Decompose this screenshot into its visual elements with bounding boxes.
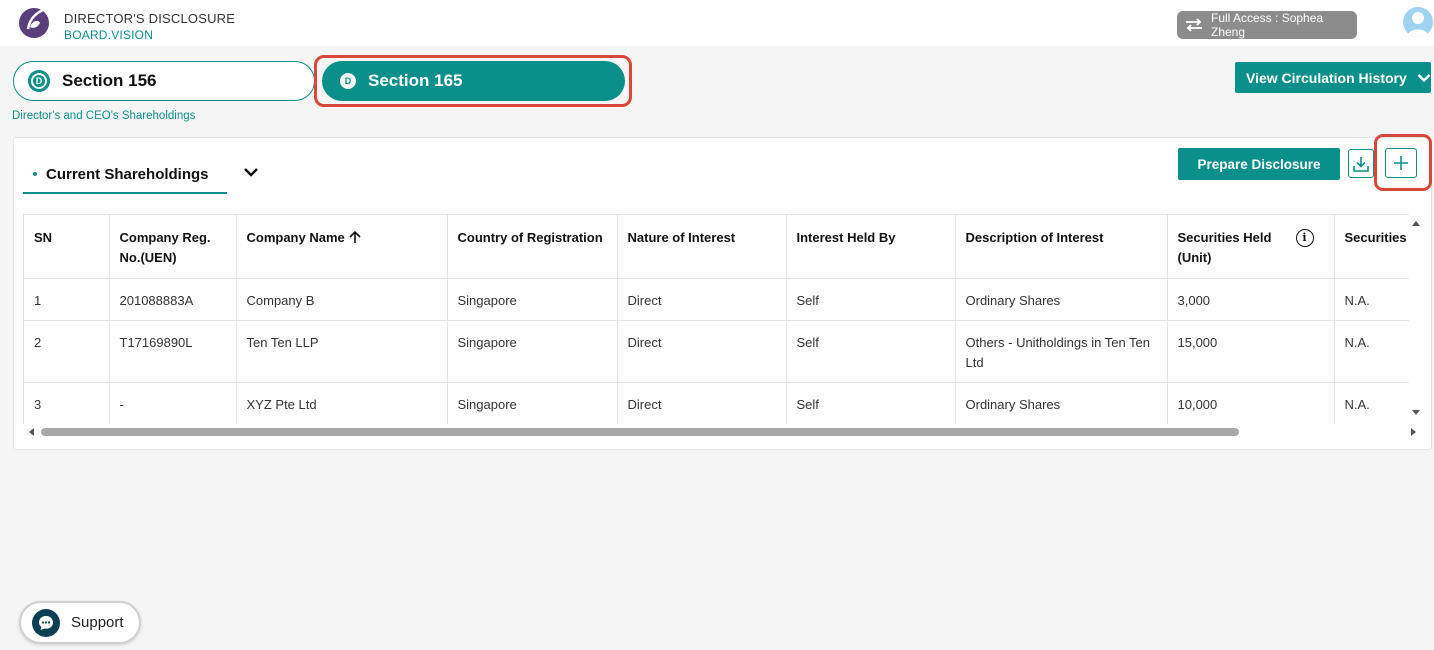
sort-arrow-up-icon[interactable] bbox=[348, 230, 362, 244]
button-label: View Circulation History bbox=[1246, 69, 1407, 86]
chat-bubble-icon bbox=[32, 608, 60, 637]
cell-nature: Direct bbox=[617, 320, 787, 383]
view-circulation-history-button[interactable]: View Circulation History bbox=[1235, 62, 1431, 93]
column-header-nature[interactable]: Nature of Interest bbox=[617, 215, 787, 279]
cell-country: Singapore bbox=[447, 278, 618, 321]
cell-held-by: Self bbox=[786, 382, 956, 424]
chevron-down-icon[interactable] bbox=[243, 164, 259, 180]
cell-reg-no: - bbox=[109, 382, 237, 424]
header-label: Securities Held (Unit) bbox=[1177, 230, 1272, 265]
scroll-up-arrow-icon[interactable] bbox=[1412, 221, 1420, 226]
download-button[interactable] bbox=[1348, 149, 1374, 178]
table-row[interactable]: 2 T17169890L Ten Ten LLP Singapore Direc… bbox=[24, 320, 1409, 383]
support-button[interactable]: Support bbox=[19, 601, 141, 644]
cell-description: Ordinary Shares bbox=[955, 278, 1168, 321]
scroll-left-arrow-icon[interactable] bbox=[25, 425, 39, 439]
cell-description: Others - Unitholdings in Ten Ten Ltd bbox=[955, 320, 1168, 383]
shareholdings-card: Current Shareholdings Prepare Disclosure… bbox=[13, 134, 1432, 450]
app-header: DIRECTOR'S DISCLOSURE BOARD.VISION Full … bbox=[0, 0, 1434, 46]
cell-securities: N.A. bbox=[1334, 382, 1409, 424]
access-switch-button[interactable]: Full Access : Sophea Zheng bbox=[1177, 11, 1357, 39]
cell-sn: 2 bbox=[24, 320, 110, 383]
tab-section-165[interactable]: D Section 165 bbox=[322, 61, 625, 101]
cell-held-by: Self bbox=[786, 278, 956, 321]
column-header-securities-held[interactable]: Securities Held (Unit) i bbox=[1167, 215, 1335, 279]
user-icon bbox=[1407, 12, 1429, 37]
cell-company-name: Company B bbox=[236, 278, 448, 321]
cell-country: Singapore bbox=[447, 382, 618, 424]
switch-arrows-icon bbox=[1186, 18, 1202, 32]
tab-section-156[interactable]: D Section 156 bbox=[13, 61, 315, 101]
cell-securities-held: 3,000 bbox=[1167, 278, 1335, 321]
bullet-dot-icon bbox=[33, 172, 37, 176]
scrollbar-thumb[interactable] bbox=[41, 428, 1239, 436]
cell-sn: 3 bbox=[24, 382, 110, 424]
tab-label: Section 165 bbox=[368, 71, 463, 90]
table-row[interactable]: 3 - XYZ Pte Ltd Singapore Direct Self Or… bbox=[24, 382, 1409, 424]
column-header-company-name[interactable]: Company Name bbox=[236, 215, 448, 279]
cell-securities: N.A. bbox=[1334, 278, 1409, 321]
cell-sn: 1 bbox=[24, 278, 110, 321]
section-badge-icon: D bbox=[340, 73, 356, 89]
table-header-row: SN Company Reg. No.(UEN) Company Name Co… bbox=[24, 215, 1409, 279]
prepare-disclosure-button[interactable]: Prepare Disclosure bbox=[1178, 148, 1340, 180]
column-header-country[interactable]: Country of Registration bbox=[447, 215, 618, 279]
cell-company-name: XYZ Pte Ltd bbox=[236, 382, 448, 424]
shareholdings-table: SN Company Reg. No.(UEN) Company Name Co… bbox=[23, 214, 1409, 424]
column-header-description[interactable]: Description of Interest bbox=[955, 215, 1168, 279]
horizontal-scrollbar[interactable] bbox=[23, 424, 1416, 439]
plus-icon bbox=[1394, 156, 1408, 170]
cell-reg-no: 201088883A bbox=[109, 278, 237, 321]
tab-current-shareholdings[interactable]: Current Shareholdings bbox=[23, 160, 227, 194]
access-label: Full Access : Sophea Zheng bbox=[1211, 11, 1324, 39]
cell-securities-held: 15,000 bbox=[1167, 320, 1335, 383]
tab-label: Section 156 bbox=[62, 71, 157, 90]
cell-nature: Direct bbox=[617, 278, 787, 321]
column-header-held-by[interactable]: Interest Held By bbox=[786, 215, 956, 279]
cell-reg-no: T17169890L bbox=[109, 320, 237, 383]
support-label: Support bbox=[71, 614, 124, 631]
cell-nature: Direct bbox=[617, 382, 787, 424]
cell-securities: N.A. bbox=[1334, 320, 1409, 383]
table-row[interactable]: 1 201088883A Company B Singapore Direct … bbox=[24, 278, 1409, 321]
header-label: Company Name bbox=[246, 230, 345, 245]
cell-company-name: Ten Ten LLP bbox=[236, 320, 448, 383]
subtab-label: Current Shareholdings bbox=[46, 165, 209, 183]
cell-description: Ordinary Shares bbox=[955, 382, 1168, 424]
column-header-reg-no[interactable]: Company Reg. No.(UEN) bbox=[109, 215, 237, 279]
vertical-scrollbar[interactable] bbox=[1409, 214, 1423, 424]
info-icon[interactable]: i bbox=[1295, 229, 1314, 247]
chevron-down-icon bbox=[1417, 73, 1431, 82]
column-header-securities[interactable]: Securities bbox=[1334, 215, 1409, 279]
scroll-down-arrow-icon[interactable] bbox=[1412, 410, 1420, 415]
user-avatar[interactable] bbox=[1403, 7, 1433, 37]
cell-country: Singapore bbox=[447, 320, 618, 383]
board-vision-logo-icon bbox=[19, 3, 53, 38]
cell-held-by: Self bbox=[786, 320, 956, 383]
add-button[interactable] bbox=[1385, 148, 1417, 178]
download-icon bbox=[1353, 156, 1369, 172]
cell-securities-held: 10,000 bbox=[1167, 382, 1335, 424]
scroll-right-arrow-icon[interactable] bbox=[1406, 425, 1420, 439]
section-badge-icon: D bbox=[28, 70, 50, 92]
app-title: DIRECTOR'S DISCLOSURE bbox=[64, 11, 236, 26]
app-subtitle: BOARD.VISION bbox=[64, 28, 154, 42]
column-header-sn[interactable]: SN bbox=[24, 215, 110, 279]
section-caption: Director's and CEO's Shareholdings bbox=[12, 110, 196, 122]
